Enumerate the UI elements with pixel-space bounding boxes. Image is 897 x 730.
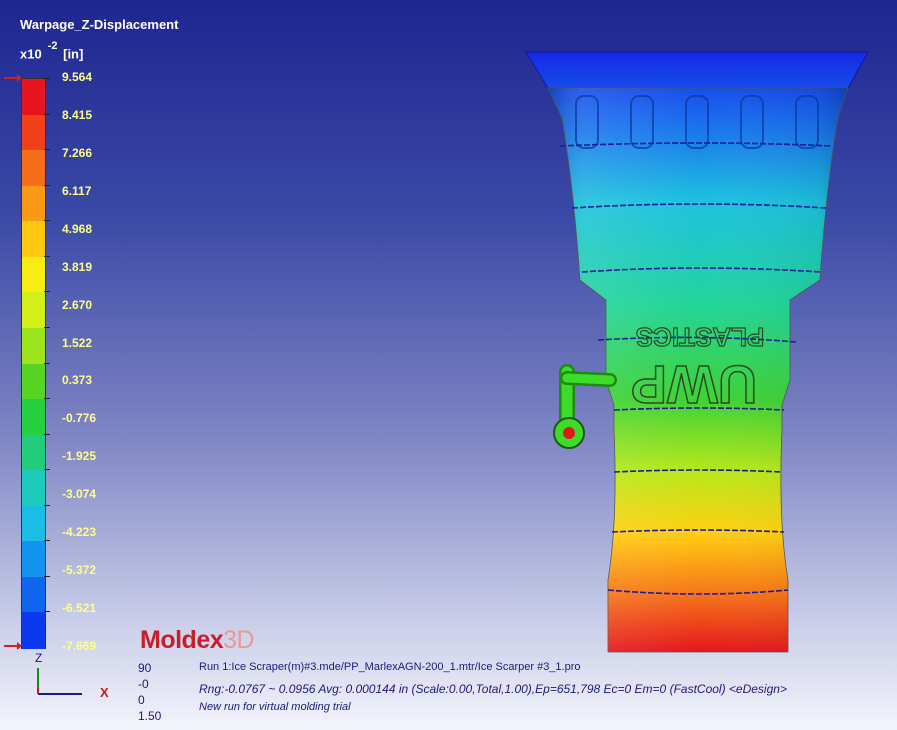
axis-x-label: X bbox=[100, 685, 109, 700]
range-info: Rng:-0.0767 ~ 0.0956 Avg: 0.000144 in (S… bbox=[199, 682, 787, 696]
view-values: 90 -0 0 1.50 bbox=[138, 660, 161, 724]
axis-z-label: Z bbox=[35, 651, 42, 665]
gate-runner bbox=[553, 364, 617, 449]
axis-triad: Z X bbox=[35, 651, 109, 700]
run-note: New run for virtual molding trial bbox=[199, 701, 351, 713]
logo-uwp: UWP bbox=[631, 354, 757, 414]
blade-edge bbox=[525, 51, 869, 89]
view-value: 0 bbox=[138, 693, 145, 707]
part-model-view[interactable]: UWP PLASTICS bbox=[0, 0, 897, 730]
moldex3d-logo: Moldex3D bbox=[140, 626, 255, 654]
view-value: -0 bbox=[138, 677, 149, 691]
view-value: 90 bbox=[138, 661, 152, 675]
view-value: 1.50 bbox=[138, 709, 162, 723]
run-info: Run 1:Ice Scraper(m)#3.mde/PP_MarlexAGN-… bbox=[199, 661, 581, 673]
logo-plastics: PLASTICS bbox=[636, 322, 765, 352]
